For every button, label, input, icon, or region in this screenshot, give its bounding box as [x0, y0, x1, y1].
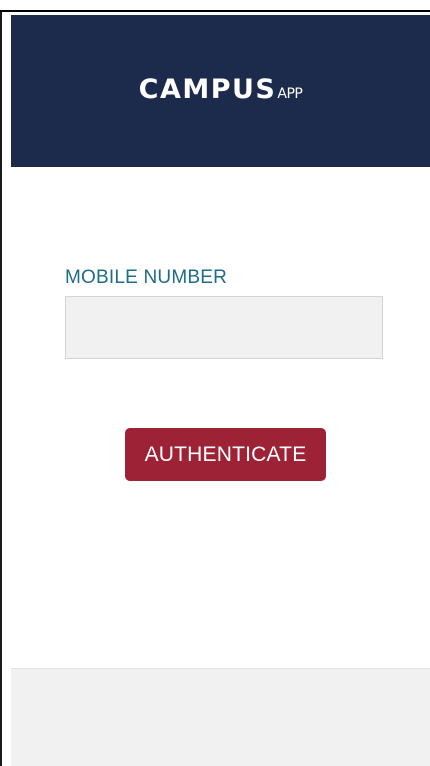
logo-main-text: CAMPUS: [138, 73, 277, 105]
mobile-number-label: MOBILE NUMBER: [65, 267, 228, 288]
top-divider: [0, 10, 430, 12]
app-header: CAMPUS APP: [11, 15, 430, 167]
campus-app-logo: CAMPUS APP: [139, 74, 303, 105]
authenticate-button[interactable]: AUTHENTICATE: [125, 428, 326, 481]
left-edge-divider: [0, 12, 2, 766]
mobile-number-input[interactable]: [65, 296, 383, 359]
login-screen: CAMPUS APP MOBILE NUMBER AUTHENTICATE: [0, 0, 430, 766]
logo-sub-text: APP: [277, 85, 303, 102]
footer-panel: [11, 668, 430, 766]
